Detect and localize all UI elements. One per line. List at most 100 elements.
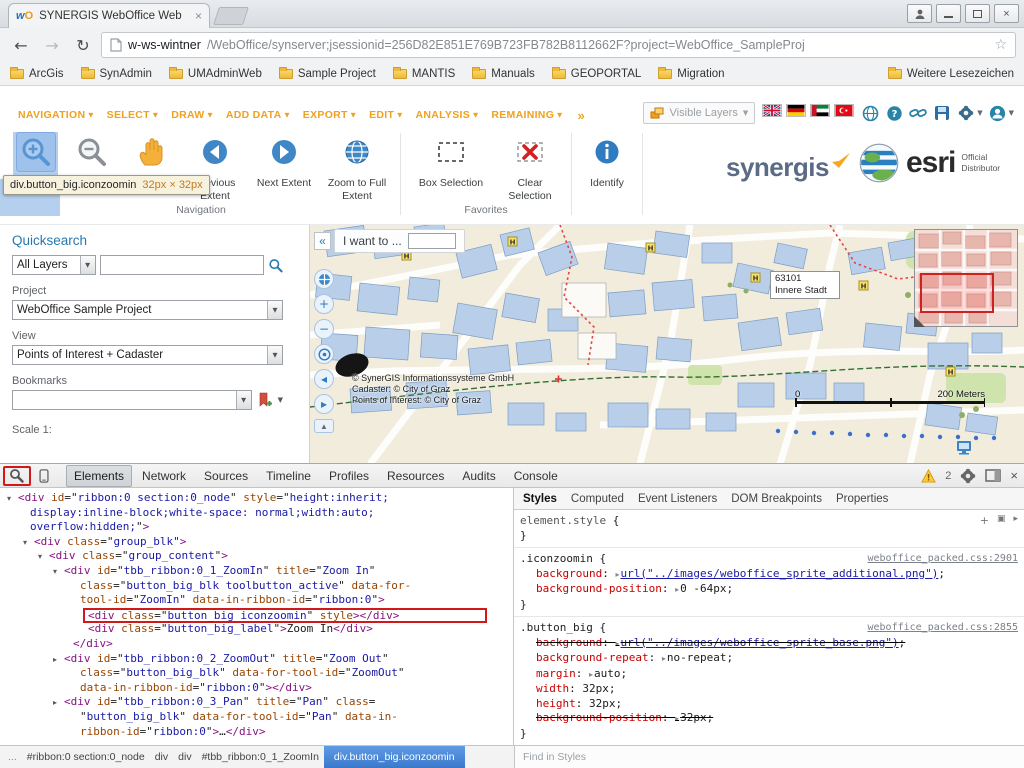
devtools-tab-network[interactable]: Network (134, 465, 194, 487)
browser-tab[interactable]: wO SYNERGIS WebOffice Web × (8, 3, 210, 28)
sidebar-collapse-button[interactable]: « (314, 232, 331, 250)
next-extent-button[interactable]: Next Extent (248, 130, 320, 190)
pan-globe-tool-button[interactable] (314, 269, 334, 289)
dom-tree-line[interactable]: tool-id="ZoomIn" data-in-ribbon-id="ribb… (0, 593, 513, 608)
new-style-rule-button[interactable]: + (980, 514, 989, 527)
zoom-full-extent-button[interactable]: Zoom to Full Extent (320, 130, 394, 202)
user-icon[interactable] (989, 104, 1007, 122)
css-property[interactable]: background: ▸url("../images/weboffice_sp… (520, 636, 1018, 652)
chevron-down-icon[interactable]: ▼ (278, 396, 283, 404)
styles-tab-properties[interactable]: Properties (836, 493, 888, 505)
overview-minimap[interactable] (914, 229, 1018, 327)
dock-side-icon[interactable] (985, 469, 1001, 482)
settings-gear-icon[interactable] (960, 468, 976, 484)
refresh-button[interactable]: ↻ (70, 32, 96, 58)
flag-english-icon[interactable] (762, 104, 782, 122)
device-mode-button[interactable] (34, 467, 54, 485)
dom-breadcrumb[interactable]: #tbb_ribbon:0_1_ZoomIn (197, 746, 324, 768)
minimize-button[interactable] (936, 4, 961, 23)
flag-german-icon[interactable] (786, 104, 806, 122)
warning-icon[interactable]: ! (921, 469, 936, 483)
css-resource-link[interactable]: url("../images/weboffice_sprite_addition… (621, 567, 939, 580)
globe-icon[interactable] (861, 104, 879, 122)
flag-arabic-icon[interactable] (810, 104, 830, 122)
inspect-element-button[interactable] (6, 467, 26, 485)
dom-tree-line[interactable]: class="button_big_blk toolbutton_active"… (0, 579, 513, 594)
dom-tree-line[interactable]: <div class="button_big iconzoomin" style… (0, 608, 513, 623)
css-file-link[interactable]: weboffice_packed.css:2901 (867, 552, 1018, 567)
collapse-arrow-icon[interactable]: ▾ (7, 492, 11, 507)
ribbon-tab-remaining[interactable]: REMAINING▼ (491, 109, 562, 121)
view-dropdown[interactable]: Points of Interest + Cadaster▼ (12, 345, 283, 365)
project-dropdown[interactable]: WebOffice Sample Project▼ (12, 300, 283, 320)
css-property[interactable]: width: 32px; (520, 682, 1018, 697)
dom-tree-line[interactable]: ▾<div class="group_blk"> (0, 535, 513, 550)
map-viewport[interactable]: H H H H H H « I want to ... +−◂▸▲ © Syne… (310, 224, 1024, 463)
devtools-tab-elements[interactable]: Elements (66, 465, 132, 487)
css-property[interactable]: background: ▸url("../images/weboffice_sp… (520, 567, 1018, 583)
bookmark-umadminweb[interactable]: UMAdminWeb (169, 68, 262, 80)
dom-tree-line[interactable]: </div> (0, 637, 513, 652)
devtools-tab-sources[interactable]: Sources (196, 465, 256, 487)
expand-shorthand-icon[interactable]: ▸ (615, 639, 619, 648)
ribbon-tab-draw[interactable]: DRAW▼ (171, 109, 213, 121)
map-tools-collapse-button[interactable]: ▲ (314, 419, 334, 433)
expand-shorthand-icon[interactable]: ▸ (589, 670, 593, 679)
dom-breadcrumb[interactable]: div (173, 746, 196, 768)
visible-layers-dropdown[interactable]: Visible Layers ▼ (643, 102, 756, 124)
profile-button[interactable] (907, 4, 932, 23)
settings-gear-icon[interactable] (957, 104, 975, 122)
identify-button[interactable]: Identify (578, 130, 636, 190)
dom-tree-line[interactable]: ▸<div id="tbb_ribbon:0_3_Pan" title="Pan… (0, 695, 513, 710)
dom-breadcrumb[interactable]: ... (0, 746, 22, 768)
tab-close-icon[interactable]: × (195, 9, 202, 23)
expand-shorthand-icon[interactable]: ▸ (675, 714, 679, 723)
clear-selection-button[interactable]: Clear Selection (495, 130, 565, 202)
close-devtools-icon[interactable]: × (1010, 468, 1018, 483)
bookmark-geoportal[interactable]: GEOPORTAL (552, 68, 642, 80)
find-in-styles-input[interactable]: Find in Styles (514, 746, 1024, 768)
minimap-resize-handle[interactable] (914, 316, 925, 327)
dom-tree-line[interactable]: <div class="button_big_label">Zoom In</d… (0, 622, 513, 637)
element-state-button[interactable]: ▣ (997, 514, 1006, 527)
link-icon[interactable] (909, 104, 927, 122)
bookmark-mantis[interactable]: MANTIS (393, 68, 455, 80)
ribbon-tab-export[interactable]: EXPORT▼ (303, 109, 356, 121)
devtools-tab-resources[interactable]: Resources (379, 465, 452, 487)
expand-arrow-icon[interactable]: ▸ (53, 696, 57, 711)
close-window-button[interactable]: × (994, 4, 1019, 23)
dom-tree-line[interactable]: class="button_big_blk" data-for-tool-id=… (0, 666, 513, 681)
bookmark-arcgis[interactable]: ArcGis (10, 68, 64, 80)
dom-tree-line[interactable]: data-in-ribbon-id="ribbon:0"></div> (0, 681, 513, 696)
bookmark-migration[interactable]: Migration (658, 68, 724, 80)
styles-tab-computed[interactable]: Computed (571, 493, 624, 505)
new-tab-button[interactable] (213, 7, 249, 25)
dom-breadcrumb[interactable]: #ribbon:0 section:0_node (22, 746, 150, 768)
dom-tree-line[interactable]: ▾<div class="group_content"> (0, 549, 513, 564)
bookmarks-dropdown[interactable]: ▼ (12, 390, 252, 410)
css-resource-link[interactable]: url("../images/weboffice_sprite_base.png… (621, 636, 899, 649)
ribbon-tab-analysis[interactable]: ANALYSIS▼ (416, 109, 479, 121)
bookmark-sample-project[interactable]: Sample Project (279, 68, 376, 80)
layers-filter-dropdown[interactable]: All Layers▼ (12, 255, 96, 275)
collapse-arrow-icon[interactable]: ▾ (53, 565, 57, 580)
styles-tab-event-listeners[interactable]: Event Listeners (638, 493, 717, 505)
ribbon-tab-edit[interactable]: EDIT▼ (369, 109, 402, 121)
collapse-arrow-icon[interactable]: ▾ (23, 536, 27, 551)
zoom-in-tool-button[interactable]: + (314, 294, 334, 314)
forward-button[interactable]: → (39, 32, 65, 58)
collapse-arrow-icon[interactable]: ▾ (38, 550, 42, 565)
i-want-to-input[interactable] (408, 233, 456, 249)
next-extent-tool-button[interactable]: ▸ (314, 394, 334, 414)
expand-shorthand-icon[interactable]: ▸ (675, 585, 679, 594)
devtools-tab-profiles[interactable]: Profiles (321, 465, 377, 487)
bookmark-manuals[interactable]: Manuals (472, 68, 534, 80)
other-bookmarks-button[interactable]: Weitere Lesezeichen (888, 68, 1014, 80)
add-bookmark-icon[interactable] (257, 392, 273, 408)
expand-styles-button[interactable]: ▸ (1013, 514, 1018, 527)
back-button[interactable]: ← (8, 32, 34, 58)
dom-breadcrumb[interactable]: div.button_big.iconzoomin (324, 746, 465, 768)
expand-shorthand-icon[interactable]: ▸ (662, 654, 666, 663)
dom-tree-line[interactable]: overflow:hidden;"> (0, 520, 513, 535)
css-property[interactable]: background-position: ▸0 -64px; (520, 582, 1018, 598)
